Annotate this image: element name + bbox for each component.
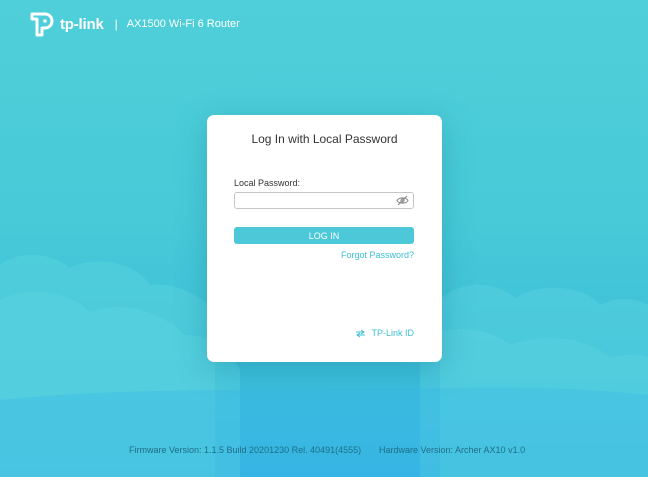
router-model: AX1500 Wi-Fi 6 Router	[126, 18, 240, 30]
login-card-title: Log In with Local Password	[251, 132, 398, 146]
brand-name: tp-link	[60, 15, 104, 33]
tplink-id-link[interactable]: TP-Link ID	[355, 328, 414, 338]
tp-link-logo-icon	[30, 12, 54, 37]
hardware-version: Hardware Version: Archer AX10 v1.0	[379, 445, 526, 455]
header-separator: |	[114, 17, 118, 31]
firmware-version: Firmware Version: 1.1.5 Build 20201230 R…	[129, 445, 362, 455]
login-page: tp-link | AX1500 Wi-Fi 6 Router Log In w…	[0, 0, 648, 477]
login-card: Log In with Local Password Local Passwor…	[207, 115, 442, 362]
forgot-password-link[interactable]: Forgot Password?	[341, 250, 414, 260]
password-label: Local Password:	[234, 178, 301, 188]
tplink-id-label: TP-Link ID	[371, 328, 414, 338]
login-button[interactable]: LOG IN	[234, 227, 414, 244]
switch-arrows-icon	[356, 329, 366, 337]
header: tp-link | AX1500 Wi-Fi 6 Router	[28, 10, 240, 38]
password-field	[234, 192, 414, 209]
password-input[interactable]	[235, 193, 395, 208]
eye-hidden-icon[interactable]	[396, 195, 409, 206]
